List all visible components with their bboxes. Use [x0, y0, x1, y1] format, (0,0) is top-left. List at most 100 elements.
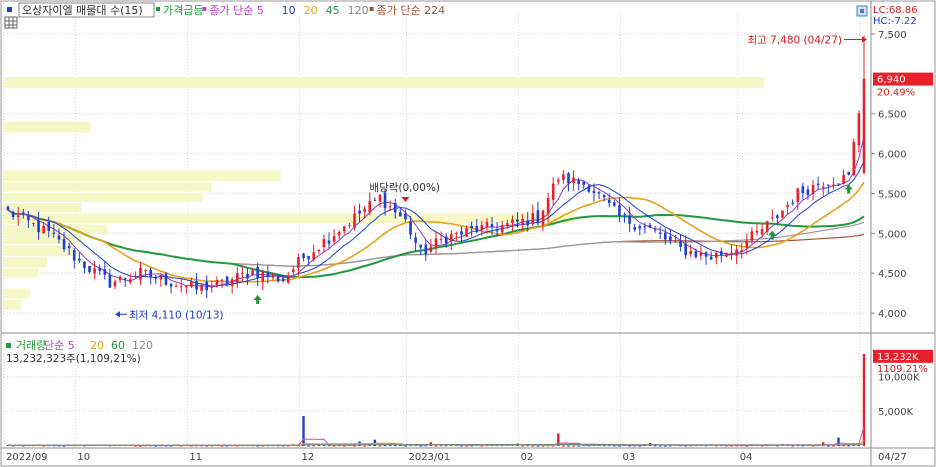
volume-bar	[444, 445, 448, 447]
candle-body	[368, 200, 372, 213]
candle-body	[378, 194, 382, 202]
x-axis-label: 2023/01	[409, 452, 451, 463]
legend-swatch	[6, 343, 11, 348]
volume-profile-band	[4, 121, 91, 133]
candle-body	[399, 212, 402, 217]
candle-body	[704, 252, 708, 257]
candle-body	[500, 225, 504, 233]
volume-bar	[312, 445, 315, 447]
candle-body	[791, 202, 794, 204]
volume-bar	[419, 445, 422, 447]
volume-summary: 13,232,323주(1,109,21%)	[6, 353, 141, 365]
high-label: 최고 7,480 (04/27)	[747, 35, 842, 47]
candle-body	[337, 232, 341, 236]
candle-body	[760, 229, 764, 235]
candle-body	[205, 281, 209, 291]
candle-body	[11, 211, 15, 217]
x-axis-label: 04	[740, 452, 753, 463]
candle-body	[230, 279, 234, 286]
volume-bar	[439, 445, 443, 447]
candle-body	[862, 78, 866, 173]
candle-body	[32, 223, 35, 225]
volume-profile-band	[4, 182, 212, 192]
candle-body	[134, 276, 137, 278]
candle-body	[776, 215, 779, 219]
volume-tick-label: 5,000K	[878, 407, 914, 418]
candle-body	[577, 180, 580, 184]
x-axis-label: 11	[189, 452, 202, 463]
candle-body	[694, 251, 698, 257]
volume-bar	[862, 353, 866, 446]
candle-body	[312, 252, 316, 260]
candle-body	[47, 222, 51, 231]
candle-body	[796, 188, 800, 203]
volume-bar	[531, 445, 535, 447]
volume-legend-item: 단순 5	[44, 339, 75, 352]
candle-body	[444, 236, 448, 244]
volume-legend-item: 120	[132, 339, 153, 352]
low-label: 최저 4,110 (10/13)	[129, 309, 224, 321]
volume-bar	[434, 445, 438, 447]
candle-body	[618, 205, 621, 217]
candle-body	[592, 190, 596, 194]
candle-body	[21, 212, 25, 214]
candle-body	[536, 210, 540, 223]
volume-profile-band	[4, 268, 39, 278]
legend-swatch	[202, 7, 207, 11]
candle-body	[62, 238, 66, 250]
candle-body	[241, 273, 244, 275]
settings-grid-icon[interactable]	[4, 16, 18, 29]
candle-body	[251, 270, 254, 276]
price-legend: 오상자이엘 매물대 수(15) 가격급등 종가 단순 5 10 20 45 120 종가 단순…	[7, 2, 445, 18]
x-axis-label: 12	[302, 452, 315, 463]
candle-body	[128, 279, 132, 283]
candle-body	[740, 250, 744, 252]
legend-item: 종가 단순 5	[209, 4, 263, 17]
candle-body	[317, 249, 321, 252]
candle-body	[495, 230, 499, 232]
volume-profile-band	[4, 257, 48, 268]
candle-body	[572, 177, 575, 184]
candle-body	[602, 194, 606, 198]
candle-body	[674, 240, 677, 242]
candle-body	[322, 239, 326, 248]
candle-body	[699, 252, 703, 256]
hc-label: HC:-7.22	[873, 16, 917, 27]
candle-body	[246, 273, 249, 279]
candle-body	[83, 261, 86, 269]
volume-legend-item: 60	[111, 339, 125, 352]
volume-bar	[832, 445, 835, 447]
candle-body	[327, 240, 331, 244]
volume-bar	[572, 445, 575, 447]
candle-body	[419, 244, 423, 248]
candle	[164, 271, 168, 286]
x-axis-label: 2022/09	[6, 452, 48, 463]
volume-profile-band	[4, 192, 203, 203]
corner-badge-icon[interactable]	[856, 5, 868, 17]
candle-body	[439, 239, 443, 241]
candle-body	[185, 286, 188, 288]
y-tick-label: 6,000	[878, 150, 907, 161]
candle-body	[730, 252, 733, 255]
volume-bar	[343, 445, 346, 447]
candle-body	[108, 274, 112, 288]
candle	[781, 210, 784, 219]
candle-body	[511, 219, 514, 224]
candle-body	[806, 189, 810, 195]
candle-body	[684, 243, 687, 256]
candle-body	[786, 204, 789, 208]
current-volume-pct: 1109.21%	[877, 364, 928, 375]
candle-body	[633, 227, 637, 230]
candle-body	[801, 186, 805, 194]
candle-body	[52, 232, 56, 234]
candle-body	[215, 279, 219, 286]
candle-body	[256, 267, 259, 279]
candle-body	[653, 229, 657, 231]
candle-body	[709, 256, 713, 260]
volume-profile-band	[4, 233, 82, 245]
candle-body	[842, 174, 845, 184]
candle-body	[72, 249, 76, 261]
candle-body	[832, 184, 835, 187]
candle-body	[16, 215, 20, 218]
volume-bar	[653, 445, 657, 447]
